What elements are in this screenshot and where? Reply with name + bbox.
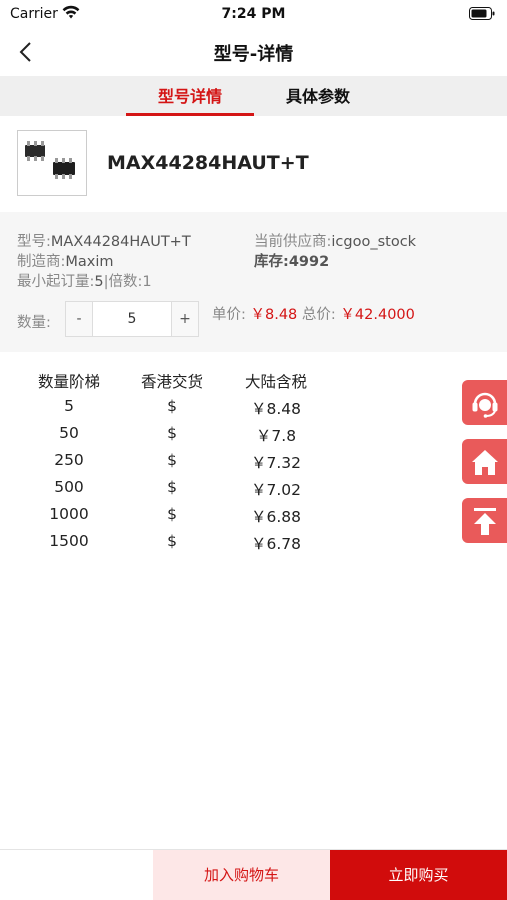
table-row: 50 $ ￥7.8 — [0, 424, 360, 451]
total-price-value: ￥42.4000 — [340, 307, 415, 323]
tier-hk-price: $ — [167, 478, 177, 496]
tier-hk-price: $ — [167, 532, 177, 550]
manufacturer-row: 制造商:Maxim — [17, 250, 114, 271]
status-time: 7:24 PM — [221, 6, 286, 22]
manufacturer-value: Maxim — [65, 254, 114, 270]
tier-hk-price: $ — [167, 505, 177, 523]
header-hk-delivery: 香港交货 — [140, 373, 203, 391]
add-to-cart-button[interactable]: 加入购物车 — [153, 850, 330, 900]
quantity-increase-button[interactable]: + — [171, 302, 198, 336]
min-order-value: 5 — [94, 274, 104, 290]
supplier-label: 当前供应商: — [254, 234, 332, 250]
tier-mainland-price: ￥7.32 — [250, 454, 301, 472]
bottom-action-bar: 加入购物车 立即购买 — [0, 849, 507, 900]
quantity-input[interactable] — [93, 302, 171, 336]
tier-quantity: 250 — [54, 451, 84, 469]
tab-specifications[interactable]: 具体参数 — [254, 76, 382, 116]
price-tier-table: 数量阶梯 香港交货 大陆含税 5 $ ￥8.48 50 $ ￥7.8 250 $… — [0, 370, 360, 559]
table-row: 500 $ ￥7.02 — [0, 478, 360, 505]
tier-quantity: 1000 — [49, 505, 89, 523]
table-row: 1500 $ ￥6.78 — [0, 532, 360, 559]
price-summary: 单价: ￥8.48 总价: ￥42.4000 — [212, 303, 415, 324]
total-price-label: 总价: — [301, 307, 336, 323]
product-image[interactable] — [17, 130, 87, 196]
table-row: 5 $ ￥8.48 — [0, 397, 360, 424]
multiple-label: |倍数: — [103, 274, 143, 290]
nav-bar: 型号-详情 — [0, 30, 507, 76]
tab-product-detail[interactable]: 型号详情 — [126, 76, 254, 116]
customer-service-icon — [472, 392, 498, 418]
min-order-row: 最小起订量:5|倍数:1 — [17, 270, 152, 291]
back-to-top-icon — [474, 507, 496, 535]
home-button[interactable] — [462, 439, 507, 484]
tier-hk-price: $ — [167, 451, 177, 469]
header-quantity-tier: 数量阶梯 — [37, 373, 100, 391]
product-info-panel: 型号:MAX44284HAUT+T 当前供应商:icgoo_stock 制造商:… — [0, 212, 507, 352]
quantity-decrease-button[interactable]: - — [66, 302, 93, 336]
bottom-bar-spacer — [0, 850, 153, 900]
header-mainland-tax: 大陆含税 — [244, 373, 307, 391]
min-order-label: 最小起订量: — [17, 274, 95, 290]
customer-service-button[interactable] — [462, 380, 507, 425]
stock-value: 4992 — [288, 254, 330, 270]
table-row: 250 $ ￥7.32 — [0, 451, 360, 478]
stock-row: 库存:4992 — [254, 250, 329, 271]
model-row: 型号:MAX44284HAUT+T — [17, 230, 191, 251]
table-header-row: 数量阶梯 香港交货 大陆含税 — [0, 370, 360, 397]
quantity-stepper: - + — [65, 301, 199, 337]
tier-quantity: 1500 — [49, 532, 89, 550]
battery-icon — [469, 7, 495, 20]
home-icon — [472, 449, 498, 475]
ic-chip-image — [25, 141, 75, 179]
unit-price-value: ￥8.48 — [250, 307, 298, 323]
tier-hk-price: $ — [167, 397, 177, 415]
tier-quantity: 5 — [64, 397, 74, 415]
tier-mainland-price: ￥8.48 — [250, 400, 301, 418]
tier-mainland-price: ￥6.78 — [250, 535, 301, 553]
manufacturer-label: 制造商: — [17, 254, 66, 270]
tier-mainland-price: ￥7.02 — [250, 481, 301, 499]
multiple-value: 1 — [142, 274, 152, 290]
page-title: 型号-详情 — [213, 44, 294, 65]
tier-mainland-price: ￥6.88 — [250, 508, 301, 526]
quantity-label: 数量: — [17, 315, 51, 331]
model-value: MAX44284HAUT+T — [50, 234, 191, 250]
tier-quantity: 50 — [59, 424, 79, 442]
supplier-value: icgoo_stock — [331, 234, 417, 250]
model-label: 型号: — [17, 234, 51, 250]
product-header: MAX44284HAUT+T — [0, 116, 507, 212]
supplier-row: 当前供应商:icgoo_stock — [254, 230, 416, 251]
tab-bar: 型号详情 具体参数 — [0, 76, 507, 116]
buy-now-button[interactable]: 立即购买 — [330, 850, 507, 900]
status-bar: Carrier 7:24 PM — [0, 0, 507, 30]
tier-quantity: 500 — [54, 478, 84, 496]
table-row: 1000 $ ￥6.88 — [0, 505, 360, 532]
unit-price-label: 单价: — [212, 307, 246, 323]
back-to-top-button[interactable] — [462, 498, 507, 543]
stock-label: 库存: — [254, 254, 289, 270]
tier-mainland-price: ￥7.8 — [255, 427, 297, 445]
tier-hk-price: $ — [167, 424, 177, 442]
product-name: MAX44284HAUT+T — [107, 152, 309, 174]
